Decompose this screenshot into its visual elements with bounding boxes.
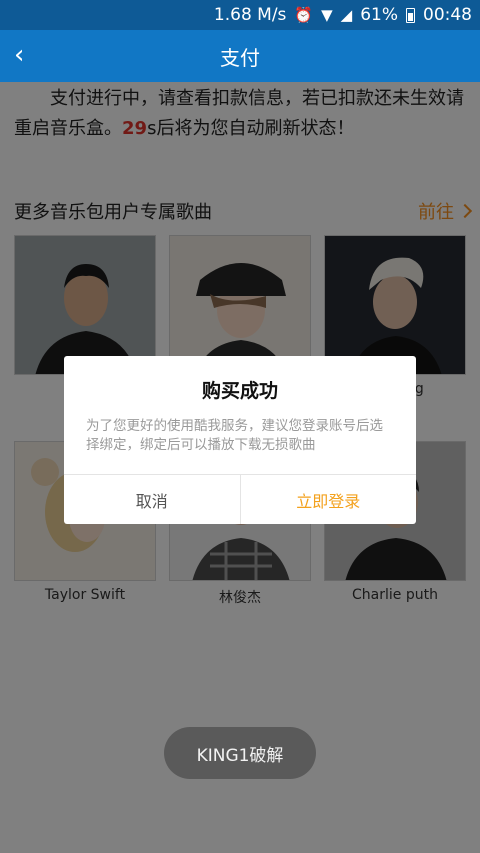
status-bar: 1.68 M/s ⏰ ▼ ◢ 61% 00:48 [0, 0, 480, 30]
page-title: 支付 [220, 45, 260, 70]
purchase-success-dialog: 购买成功 为了您更好的使用酷我服务，建议您登录账号后选择绑定，绑定后可以播放下载… [64, 356, 416, 524]
battery-percent: 61% [360, 5, 398, 25]
dialog-actions: 取消 立即登录 [64, 474, 416, 524]
alarm-icon: ⏰ [294, 6, 314, 24]
app-bar: ‹ 支付 [0, 30, 480, 82]
cancel-button[interactable]: 取消 [64, 475, 241, 524]
clock: 00:48 [423, 5, 472, 25]
toast-message: KING1破解 [164, 727, 316, 779]
battery-icon [406, 7, 415, 23]
signal-icon: ◢ [340, 6, 353, 24]
dialog-title: 购买成功 [201, 380, 278, 402]
network-speed: 1.68 M/s [213, 5, 287, 25]
wifi-icon: ▼ [321, 6, 333, 24]
dialog-message: 为了您更好的使用酷我服务，建议您登录账号后选择绑定，绑定后可以播放下载无损歌曲 [86, 418, 383, 453]
login-button[interactable]: 立即登录 [241, 475, 417, 524]
back-arrow-icon[interactable]: ‹ [14, 42, 24, 68]
